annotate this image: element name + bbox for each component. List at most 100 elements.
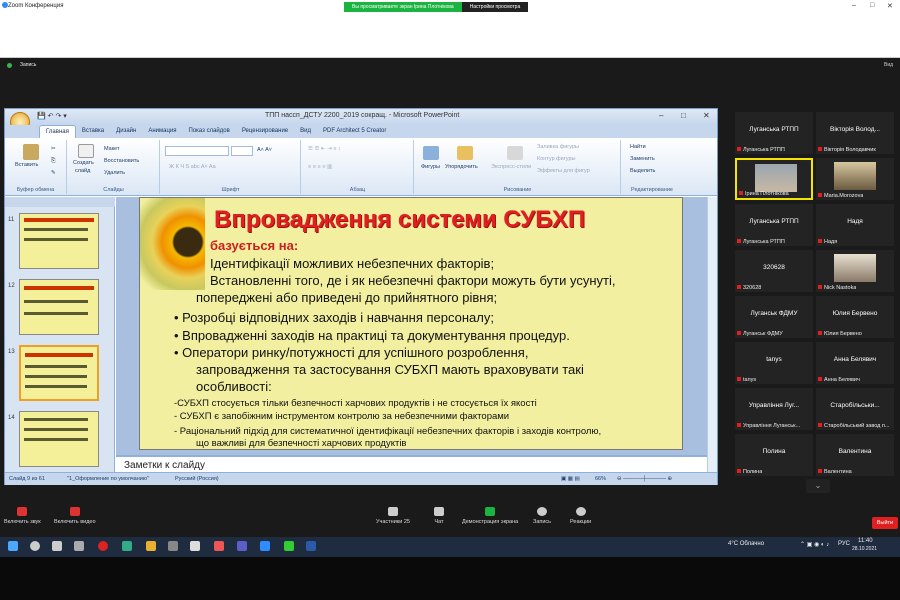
zoom-level[interactable]: 66% [595,476,606,482]
tab-animation[interactable]: Анимация [142,125,182,138]
quick-access-toolbar[interactable]: 💾 ↶ ↷ ▾ [37,112,67,120]
copy-icon[interactable]: ⎘ [51,158,55,165]
reactions-button[interactable]: Реакции [570,507,591,525]
participant-tile[interactable]: Луганська РТПП Луганська РТПП [735,112,813,154]
participant-tile[interactable]: Луганськ ФДМУ Луганськ ФДМУ [735,296,813,338]
photos-icon[interactable] [190,541,200,551]
thumb-tabs[interactable] [5,197,115,207]
participant-tile[interactable]: Управління Луг... Управління Луганськ... [735,388,813,430]
edge-icon[interactable] [122,541,132,551]
recording-label[interactable]: Запись [20,62,36,68]
ppt-maximize-icon[interactable]: □ [681,111,686,120]
select-button[interactable]: Выделить [630,168,655,174]
weather-widget[interactable]: 4°C Облачно [728,541,764,547]
participant-tile-speaking[interactable]: Ірина Плотнікова [735,158,813,200]
format-painter-icon[interactable]: ✎ [51,170,56,176]
new-slide-icon [78,144,94,158]
unmute-button[interactable]: Включить звук [4,507,41,525]
list-buttons[interactable]: ☰ ☰ ⇤ ⇥ ≡ ↕ [308,146,341,152]
paste-button[interactable]: Вставить [15,162,38,168]
effects-button[interactable]: Эффекты для фигур [537,168,590,174]
leave-button[interactable]: Выйти [872,517,898,529]
app-icon[interactable] [214,541,224,551]
outline-button[interactable]: Контур фигуры [537,156,575,162]
zoom-title-bar: Zoom Конференция Вы просматриваете экран… [0,0,900,58]
shapes-button[interactable]: Фигуры [421,164,440,170]
view-button[interactable]: Вид [884,62,893,68]
clock-time[interactable]: 11:40 [858,538,873,544]
explorer-icon[interactable] [74,541,84,551]
find-button[interactable]: Найти [630,144,646,150]
search-icon[interactable] [30,541,40,551]
font-grow-icon[interactable]: A˄ A˅ [257,147,272,153]
ppt-minimize-icon[interactable]: – [659,111,663,120]
tab-review[interactable]: Рецензирование [236,125,294,138]
participant-tile[interactable]: tanys tanys [735,342,813,384]
participant-tile[interactable]: Полина Полина [735,434,813,476]
tab-home[interactable]: Главная [39,125,76,138]
slide-thumbnail-selected[interactable] [19,345,99,401]
chat-button[interactable]: Чат [434,507,444,525]
participants-button[interactable]: Участники 25 [376,507,410,525]
arrange-icon [457,146,473,160]
participant-tile[interactable]: Анна Белявич Анна Белявич [816,342,894,384]
task-view-icon[interactable] [52,541,62,551]
tab-design[interactable]: Дизайн [110,125,142,138]
font-style-buttons[interactable]: Ж К Ч S abc A˅ Aa [169,164,216,170]
slide-title: Впровадження системи СУБХП [214,206,586,233]
participant-tile[interactable]: Maria.Morozova [816,158,894,200]
opera-icon[interactable] [98,541,108,551]
view-settings-button[interactable]: Настройки просмотра [461,2,529,12]
chevron-down-icon[interactable]: ⌄ [806,479,830,493]
layout-button[interactable]: Макет [104,146,120,152]
align-buttons[interactable]: ≡ ≡ ≡ ≡ ▥ [308,164,332,170]
tab-insert[interactable]: Вставка [76,125,110,138]
participant-tile[interactable]: Валентина Валентина [816,434,894,476]
tray-icons[interactable]: ⌃ ▣ ◉ ◐ ♪ [800,541,829,548]
delete-button[interactable]: Удалить [104,170,125,176]
teams-icon[interactable] [237,541,247,551]
start-icon[interactable] [8,541,18,551]
arrange-button[interactable]: Упорядочить [445,164,478,170]
slide-thumbnail[interactable] [19,279,99,335]
store-icon[interactable] [168,541,178,551]
font-size-field[interactable] [231,146,253,156]
word-icon[interactable] [306,541,316,551]
replace-button[interactable]: Заменить [630,156,655,162]
keyboard-language[interactable]: РУС [838,541,850,547]
slide-thumbnail[interactable] [19,213,99,269]
vertical-scrollbar[interactable] [707,197,717,472]
participant-tile[interactable]: Nick Nastoka [816,250,894,292]
participant-tile[interactable]: Надя Надя [816,204,894,246]
app-icon[interactable] [284,541,294,551]
participant-tile[interactable]: Вікторія Волод... Вікторія Володавчик [816,112,894,154]
participant-tile[interactable]: 320628 320628 [735,250,813,292]
folder-icon[interactable] [146,541,156,551]
participant-tile[interactable]: Юлия Бервено Юлия Бервено [816,296,894,338]
quick-styles-button[interactable]: Экспресс-стили [491,164,531,170]
minimize-icon[interactable]: – [852,2,856,9]
share-screen-button[interactable]: Демонстрация экрана [462,507,518,525]
maximize-icon[interactable]: □ [870,2,874,9]
fill-button[interactable]: Заливка фигуры [537,144,579,150]
language-indicator[interactable]: Русский (Россия) [175,476,219,482]
close-icon[interactable]: ✕ [887,2,893,10]
slide-thumbnail[interactable] [19,411,99,467]
start-video-button[interactable]: Включить видео [54,507,96,525]
participant-tile[interactable]: Старобільськи... Старобільський завод п..… [816,388,894,430]
tab-view[interactable]: Вид [294,125,317,138]
reset-button[interactable]: Восстановить [104,158,139,164]
create-slide-button[interactable]: Создать [73,160,94,166]
record-button[interactable]: Запись [533,507,551,525]
clock-date[interactable]: 28.10.2021 [852,546,877,552]
zoom-slider[interactable]: ⊖ ─────┼───── ⊕ [617,476,672,482]
view-buttons[interactable]: ▣ ▦ ▤ [561,476,580,482]
tab-pdf-architect[interactable]: PDF Architect 5 Creator [317,125,392,138]
ppt-close-icon[interactable]: ✕ [703,111,710,120]
cut-icon[interactable]: ✂ [51,146,56,152]
participant-tile[interactable]: Луганська РТПП Луганська РТПП [735,204,813,246]
notes-pane[interactable]: Заметки к слайду [116,455,707,472]
font-name-field[interactable] [165,146,229,156]
tab-slideshow[interactable]: Показ слайдов [183,125,236,138]
zoom-taskbar-icon[interactable] [260,541,270,551]
